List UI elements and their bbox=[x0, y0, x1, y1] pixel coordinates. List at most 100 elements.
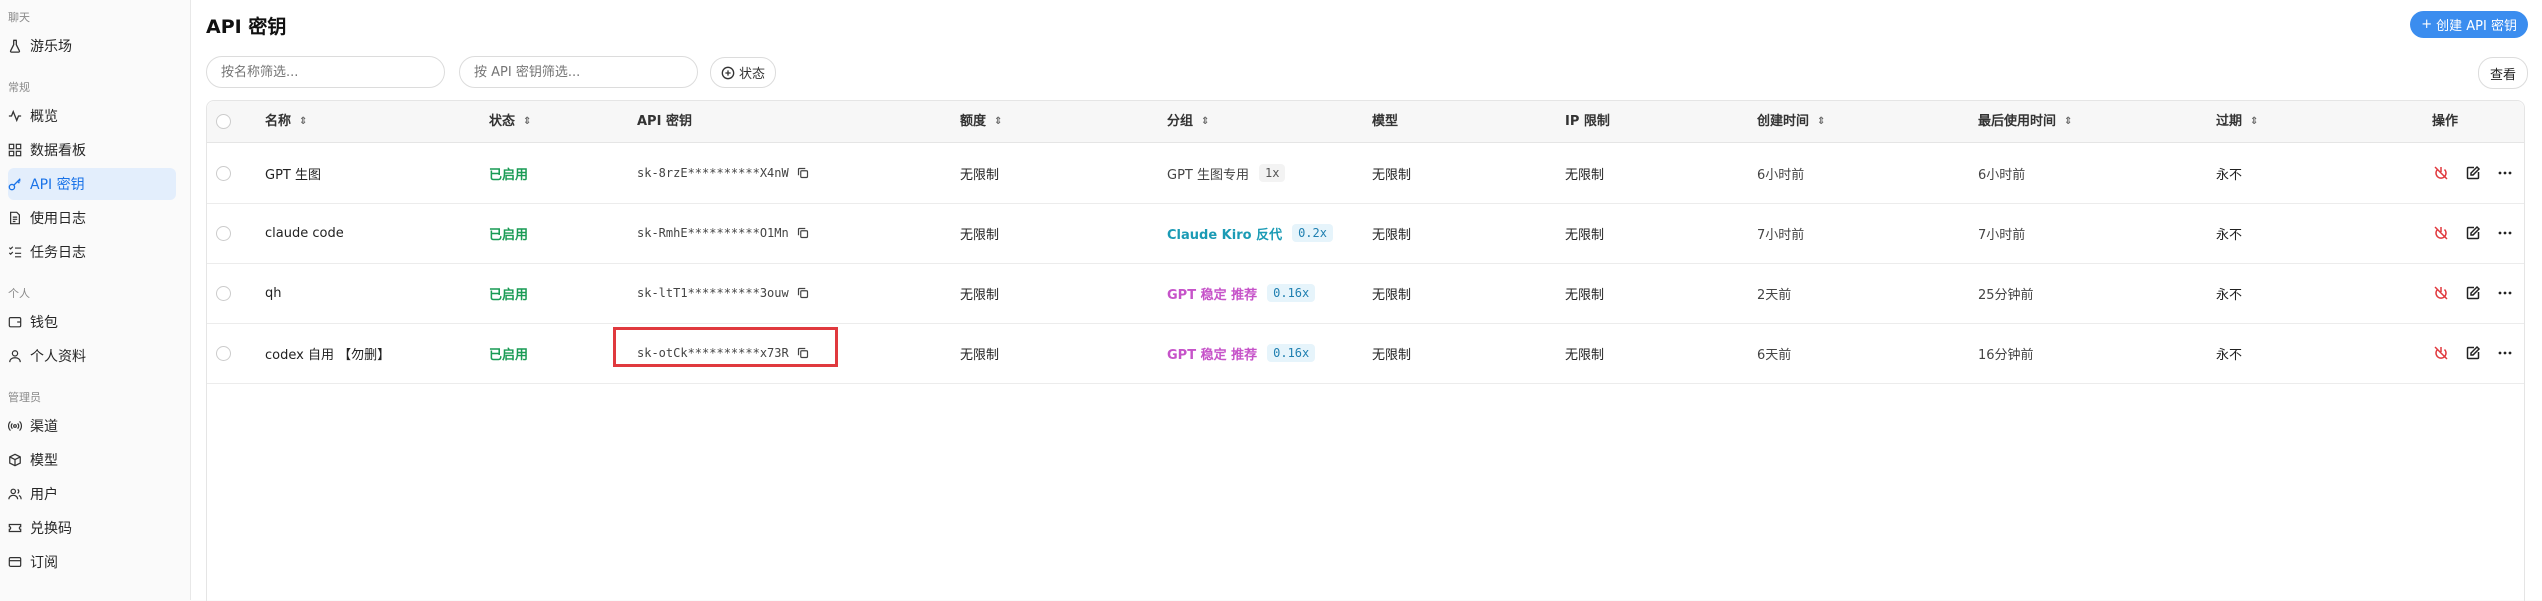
disable-icon[interactable] bbox=[2433, 225, 2449, 241]
copy-icon[interactable] bbox=[797, 287, 809, 299]
quota-value: 无限制 bbox=[960, 287, 1000, 303]
sidebar-item-task-logs[interactable]: 任务日志 bbox=[8, 236, 176, 268]
copy-icon[interactable] bbox=[797, 167, 809, 179]
name-filter-input[interactable] bbox=[219, 63, 444, 81]
column-label: 状态 bbox=[489, 114, 516, 129]
ratio-badge: 0.2x bbox=[1292, 224, 1333, 242]
api-key-value: sk-ltT1**********3ouw bbox=[637, 286, 789, 300]
created-value: 2天前 bbox=[1757, 287, 1792, 303]
sidebar-item-models[interactable]: 模型 bbox=[8, 444, 176, 476]
create-api-key-label: 创建 API 密钥 bbox=[2436, 19, 2517, 34]
sidebar-item-usage-logs[interactable]: 使用日志 bbox=[8, 202, 176, 234]
table-row[interactable]: claude code 已启用 sk-RmhE**********O1Mn 无限… bbox=[207, 203, 2524, 264]
column-status[interactable]: 状态 ⇕ bbox=[489, 101, 531, 142]
sort-icon[interactable]: ⇕ bbox=[994, 101, 1002, 142]
created-value: 6天前 bbox=[1757, 347, 1792, 363]
sidebar-item-subscriptions[interactable]: 订阅 bbox=[8, 546, 176, 578]
disable-icon[interactable] bbox=[2433, 285, 2449, 301]
sidebar-item-api-keys[interactable]: API 密钥 bbox=[8, 168, 176, 200]
plus-circle-icon bbox=[721, 66, 735, 79]
key-filter-field[interactable] bbox=[459, 56, 698, 88]
row-checkbox[interactable] bbox=[216, 285, 231, 301]
key-icon bbox=[8, 178, 21, 191]
table-row[interactable]: qh 已启用 sk-ltT1**********3ouw 无限制 GPT 稳定 … bbox=[207, 263, 2524, 324]
last-used-value: 16分钟前 bbox=[1978, 347, 2034, 363]
column-key: API 密钥 bbox=[637, 101, 692, 142]
highlight-box bbox=[613, 327, 838, 367]
created-value: 7小时前 bbox=[1757, 227, 1805, 243]
column-name[interactable]: 名称 ⇕ bbox=[265, 101, 307, 142]
status-badge: 已启用 bbox=[489, 287, 529, 303]
sort-icon[interactable]: ⇕ bbox=[1817, 101, 1825, 142]
card-icon bbox=[8, 557, 22, 567]
sidebar-section-personal: 个人 bbox=[8, 287, 30, 300]
view-button[interactable]: 查看 bbox=[2477, 57, 2528, 89]
table-row[interactable]: codex 自用 【勿删】 已启用 sk-otCk**********x73R … bbox=[207, 323, 2524, 384]
checkbox[interactable] bbox=[216, 114, 231, 129]
more-icon[interactable] bbox=[2497, 345, 2513, 361]
name-filter-field[interactable] bbox=[206, 56, 445, 88]
column-group[interactable]: 分组 ⇕ bbox=[1167, 101, 1209, 142]
more-icon[interactable] bbox=[2497, 285, 2513, 301]
table-row[interactable]: GPT 生图 已启用 sk-8rzE**********X4nW 无限制 GPT… bbox=[207, 143, 2524, 204]
sidebar-section-general: 常规 bbox=[8, 81, 30, 94]
sidebar-item-dashboard[interactable]: 数据看板 bbox=[8, 134, 176, 166]
group-name: GPT 生图专用 bbox=[1167, 167, 1249, 183]
sidebar-item-label: 概览 bbox=[30, 109, 58, 125]
sort-icon[interactable]: ⇕ bbox=[1201, 101, 1209, 142]
sidebar-item-profile[interactable]: 个人资料 bbox=[8, 340, 176, 372]
sort-icon[interactable]: ⇕ bbox=[523, 101, 531, 142]
box-icon bbox=[9, 453, 21, 467]
ratio-badge: 0.16x bbox=[1267, 284, 1316, 302]
column-last-used[interactable]: 最后使用时间 ⇕ bbox=[1978, 101, 2072, 142]
key-filter-input[interactable] bbox=[472, 63, 697, 81]
sidebar-item-users[interactable]: 用户 bbox=[8, 478, 176, 510]
sidebar-item-label: 订阅 bbox=[30, 555, 58, 571]
radio-icon bbox=[8, 421, 22, 431]
column-quota[interactable]: 额度 ⇕ bbox=[960, 101, 1002, 142]
main-content: API 密钥 + 创建 API 密钥 状态 查看 名称 ⇕ 状态 ⇕ API 密钥 … bbox=[191, 0, 2542, 601]
select-all-checkbox[interactable] bbox=[216, 101, 231, 142]
group-name: Claude Kiro 反代 bbox=[1167, 227, 1283, 243]
more-icon[interactable] bbox=[2497, 225, 2513, 241]
last-used-value: 25分钟前 bbox=[1978, 287, 2034, 303]
column-label: 名称 bbox=[265, 114, 292, 129]
created-value: 6小时前 bbox=[1757, 167, 1805, 183]
edit-icon[interactable] bbox=[2465, 285, 2481, 301]
sidebar-item-label: 兑换码 bbox=[30, 521, 72, 537]
ticket-icon bbox=[8, 523, 22, 533]
sidebar-item-label: 数据看板 bbox=[30, 143, 86, 159]
expires-value: 永不 bbox=[2216, 287, 2243, 303]
sort-icon[interactable]: ⇕ bbox=[2064, 101, 2072, 142]
sidebar-item-channels[interactable]: 渠道 bbox=[8, 410, 176, 442]
edit-icon[interactable] bbox=[2465, 225, 2481, 241]
edit-icon[interactable] bbox=[2465, 345, 2481, 361]
sort-icon[interactable]: ⇕ bbox=[2250, 101, 2258, 142]
table-header: 名称 ⇕ 状态 ⇕ API 密钥 额度 ⇕ 分组 ⇕ 模型 IP 限制 创建时间 ⇕ 最后… bbox=[207, 101, 2524, 143]
row-checkbox[interactable] bbox=[216, 345, 231, 361]
api-key-value: sk-RmhE**********O1Mn bbox=[637, 226, 789, 240]
sidebar-item-wallet[interactable]: 钱包 bbox=[8, 306, 176, 338]
ratio-badge: 0.16x bbox=[1267, 344, 1316, 362]
row-checkbox[interactable] bbox=[216, 225, 231, 241]
column-created[interactable]: 创建时间 ⇕ bbox=[1757, 101, 1825, 142]
sort-icon[interactable]: ⇕ bbox=[299, 101, 307, 142]
column-label: 过期 bbox=[2216, 114, 2243, 129]
column-expires[interactable]: 过期 ⇕ bbox=[2216, 101, 2258, 142]
sidebar-item-label: 用户 bbox=[30, 487, 58, 503]
sidebar-item-playground[interactable]: 游乐场 bbox=[8, 30, 176, 62]
disable-icon[interactable] bbox=[2433, 165, 2449, 181]
copy-icon[interactable] bbox=[797, 227, 809, 239]
row-checkbox[interactable] bbox=[216, 165, 231, 181]
sidebar-item-redeem-codes[interactable]: 兑换码 bbox=[8, 512, 176, 544]
disable-icon[interactable] bbox=[2433, 345, 2449, 361]
sidebar-item-overview[interactable]: 概览 bbox=[8, 100, 176, 132]
more-icon[interactable] bbox=[2497, 165, 2513, 181]
status-filter-button[interactable]: 状态 bbox=[710, 57, 777, 88]
edit-icon[interactable] bbox=[2465, 165, 2481, 181]
model-value: 无限制 bbox=[1372, 227, 1412, 243]
ip-value: 无限制 bbox=[1565, 227, 1605, 243]
create-api-key-button[interactable]: + 创建 API 密钥 bbox=[2410, 11, 2528, 38]
sidebar-item-label: 个人资料 bbox=[30, 349, 86, 365]
expires-value: 永不 bbox=[2216, 167, 2243, 183]
